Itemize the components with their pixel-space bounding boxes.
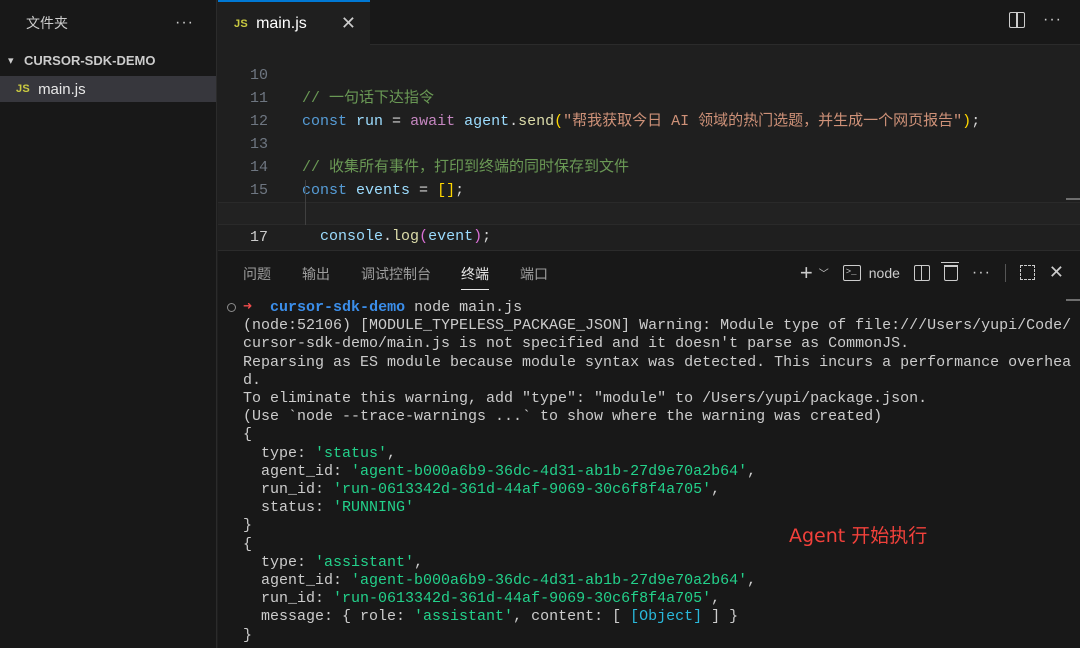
annotation-label: Agent 开始执行: [789, 525, 928, 547]
javascript-file-icon: JS: [234, 17, 249, 30]
project-folder[interactable]: ▾ CURSOR-SDK-DEMO: [0, 47, 216, 73]
indent-guide: [305, 180, 306, 225]
terminal-name[interactable]: node: [869, 265, 900, 281]
close-icon[interactable]: ✕: [1049, 262, 1064, 283]
terminal-line: To eliminate this warning, add "type": "…: [243, 390, 928, 407]
terminal-line: type: 'assistant',: [261, 553, 424, 571]
code-line: 13 // 收集所有事件，打印到终端的同时保存到文件: [218, 110, 1080, 176]
more-actions-icon[interactable]: ···: [175, 14, 194, 32]
file-item-main-js[interactable]: JS main.js: [0, 76, 216, 102]
terminal-line: {: [243, 426, 253, 444]
chevron-down-icon[interactable]: ﹀: [819, 265, 829, 280]
file-name: main.js: [38, 80, 86, 98]
split-terminal-icon[interactable]: [913, 264, 930, 281]
trash-icon[interactable]: [940, 261, 959, 281]
panel-actions: + ﹀ >_ node ··· ✕: [800, 261, 1064, 283]
code-editor[interactable]: 10 // 一句话下达指令 11 const run = await agent…: [218, 45, 1080, 250]
new-terminal-icon[interactable]: +: [800, 261, 813, 283]
terminal-line: (node:52106) [MODULE_TYPELESS_PACKAGE_JS…: [243, 317, 1072, 335]
tab-problems[interactable]: 问题: [243, 264, 271, 284]
more-actions-icon[interactable]: ···: [972, 264, 991, 281]
explorer-sidebar: 文件夹 ··· ▾ CURSOR-SDK-DEMO JS main.js: [0, 0, 217, 648]
terminal-line: }: [243, 517, 253, 535]
tab-ports[interactable]: 端口: [520, 264, 548, 284]
maximize-panel-icon[interactable]: [1019, 265, 1035, 280]
terminal-line: status: 'RUNNING': [261, 499, 415, 517]
explorer-header: 文件夹 ···: [0, 0, 216, 45]
editor-actions: ···: [1009, 12, 1062, 28]
terminal-line: type: 'status',: [261, 444, 397, 462]
divider: [1004, 263, 1006, 282]
vscode-window: 文件夹 ··· ▾ CURSOR-SDK-DEMO JS main.js JS …: [0, 0, 1080, 648]
project-name: CURSOR-SDK-DEMO: [24, 52, 156, 68]
code-line: 15 for await (const event of run.stream(…: [218, 156, 1080, 222]
terminal-line: }: [243, 626, 253, 644]
code-line-current: 17 events.push(event);: [218, 202, 1080, 246]
terminal-line: {: [243, 535, 253, 553]
code-line: 16 console.log(event);: [218, 179, 1080, 245]
tab-main-js[interactable]: JS main.js ✕: [218, 0, 370, 45]
tab-output[interactable]: 输出: [302, 264, 330, 284]
scrollbar-marker[interactable]: [1066, 198, 1080, 200]
terminal-icon: >_: [842, 264, 861, 281]
terminal-line: (Use `node --trace-warnings ...` to show…: [243, 408, 883, 426]
code-line: 10 // 一句话下达指令: [218, 45, 1080, 107]
code-line: 12: [218, 87, 1080, 130]
javascript-file-icon: JS: [16, 83, 31, 95]
terminal-line: run_id: 'run-0613342d-361d-44af-9069-30c…: [261, 481, 721, 498]
bottom-panel: 问题 输出 调试控制台 终端 端口 + ﹀ >_ node ··· ✕ ➜ cu…: [218, 250, 1080, 648]
scrollbar-marker[interactable]: [1066, 299, 1080, 301]
code-line: 11 const run = await agent.send("帮我获取今日 …: [218, 64, 1080, 130]
editor-area: JS main.js ✕ ··· 10 // 一句话下达指令 11 const …: [218, 0, 1080, 250]
tab-debug-console[interactable]: 调试控制台: [361, 264, 431, 284]
terminal-line: message: { role: 'assistant', content: […: [261, 608, 739, 626]
command-status-icon: [227, 303, 236, 312]
terminal-output[interactable]: ➜ cursor-sdk-demo node main.js (node:521…: [218, 299, 1080, 648]
panel-tab-bar: 问题 输出 调试控制台 终端 端口 + ﹀ >_ node ··· ✕: [218, 251, 1080, 295]
close-icon[interactable]: ✕: [341, 13, 356, 34]
terminal-line: cursor-sdk-demo/main.js is not specified…: [243, 335, 910, 353]
code-line: 14 const events = [];: [218, 133, 1080, 199]
more-actions-icon[interactable]: ···: [1043, 12, 1062, 28]
terminal-line: agent_id: 'agent-b000a6b9-36dc-4d31-ab1b…: [261, 572, 757, 589]
prompt-line: ➜ cursor-sdk-demo node main.js: [243, 299, 523, 316]
terminal-line: d.: [243, 371, 262, 389]
split-editor-icon[interactable]: [1009, 12, 1026, 28]
terminal-line: Reparsing as ES module because module sy…: [243, 353, 1072, 371]
tab-terminal[interactable]: 终端: [461, 264, 489, 290]
chevron-down-icon: ▾: [8, 54, 14, 67]
tab-label: main.js: [256, 14, 307, 32]
terminal-line: agent_id: 'agent-b000a6b9-36dc-4d31-ab1b…: [261, 462, 757, 480]
editor-tab-bar: JS main.js ✕ ···: [218, 0, 1080, 45]
explorer-title: 文件夹: [26, 14, 68, 31]
terminal-line: run_id: 'run-0613342d-361d-44af-9069-30c…: [261, 590, 721, 608]
code-line: 18 }: [218, 225, 1080, 248]
